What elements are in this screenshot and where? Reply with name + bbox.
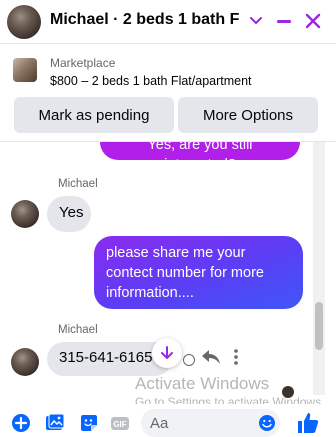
chat-header[interactable]: Michael · 2 beds 1 bath Fla... bbox=[0, 0, 336, 44]
reply-icon[interactable] bbox=[201, 349, 221, 365]
incoming-message[interactable]: Yes bbox=[47, 196, 91, 232]
message-list[interactable]: Yes, are you still interested? Michael Y… bbox=[0, 142, 336, 395]
avatar[interactable] bbox=[7, 5, 41, 39]
scrollbar[interactable] bbox=[313, 142, 325, 395]
scroll-down-icon[interactable] bbox=[152, 338, 182, 368]
outgoing-message[interactable]: Yes, are you still interested? bbox=[100, 142, 300, 173]
message-input[interactable]: Aa bbox=[141, 409, 280, 437]
like-icon[interactable] bbox=[296, 411, 320, 435]
close-icon[interactable] bbox=[302, 10, 324, 32]
minimize-icon[interactable] bbox=[277, 20, 291, 23]
marketplace-card: Marketplace $800 – 2 beds 1 bath Flat/ap… bbox=[0, 44, 336, 142]
gif-icon[interactable]: GIF bbox=[110, 413, 130, 433]
sticker-icon[interactable] bbox=[79, 413, 99, 433]
sender-name: Michael bbox=[58, 324, 98, 336]
react-icon[interactable] bbox=[183, 354, 195, 366]
avatar[interactable] bbox=[11, 348, 39, 376]
more-icon[interactable] bbox=[233, 348, 239, 366]
svg-text:GIF: GIF bbox=[113, 420, 126, 429]
chevron-down-icon[interactable] bbox=[248, 12, 264, 28]
message-input-placeholder: Aa bbox=[150, 415, 169, 432]
listing-thumbnail[interactable] bbox=[13, 58, 37, 82]
outgoing-message[interactable]: please share me your contect number for … bbox=[94, 236, 303, 309]
composer: GIF Aa bbox=[0, 404, 336, 437]
chat-window: Michael · 2 beds 1 bath Fla... Marketpla… bbox=[0, 0, 336, 437]
listing-title[interactable]: $800 – 2 beds 1 bath Flat/apartment bbox=[50, 74, 252, 88]
emoji-icon[interactable] bbox=[258, 414, 276, 432]
sender-name: Michael bbox=[58, 178, 98, 190]
mark-as-pending-button[interactable]: Mark as pending bbox=[14, 97, 174, 133]
photo-icon[interactable] bbox=[45, 413, 65, 433]
more-options-button[interactable]: More Options bbox=[178, 97, 318, 133]
chat-title[interactable]: Michael · 2 beds 1 bath Fla... bbox=[50, 11, 240, 29]
marketplace-label: Marketplace bbox=[50, 56, 116, 70]
add-icon[interactable] bbox=[11, 413, 31, 433]
seen-avatar bbox=[282, 386, 294, 398]
avatar[interactable] bbox=[11, 200, 39, 228]
scrollbar-thumb[interactable] bbox=[315, 302, 323, 350]
